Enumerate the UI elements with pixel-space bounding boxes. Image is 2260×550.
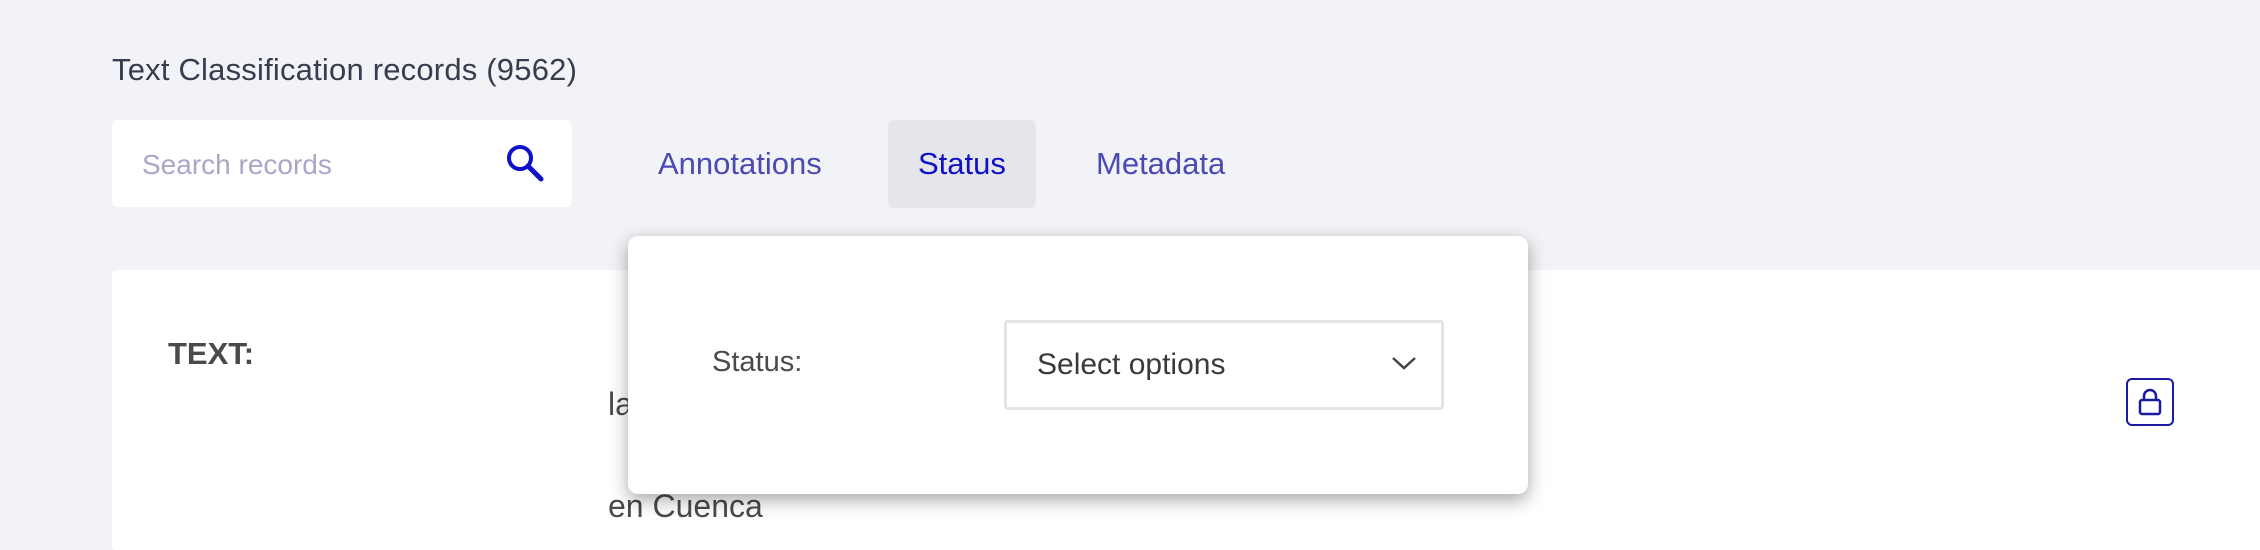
tab-metadata[interactable]: Metadata [1066,120,1255,208]
status-filter-label: Status: [712,346,803,378]
status-filter-popover: Status: Select options [628,236,1528,494]
tab-status[interactable]: Status [888,120,1036,208]
search-input[interactable] [140,120,484,209]
page-title: Text Classification records (9562) [112,52,578,87]
lock-icon [2138,388,2162,416]
chevron-down-icon [1391,355,1417,376]
lock-button[interactable] [2126,378,2174,426]
tab-annotations[interactable]: Annotations [628,120,852,208]
search-box[interactable] [112,120,572,209]
status-select[interactable]: Select options [1004,320,1444,410]
status-select-value: Select options [1037,348,1226,381]
text-field-label: TEXT: [168,336,255,371]
search-icon[interactable] [504,142,546,184]
